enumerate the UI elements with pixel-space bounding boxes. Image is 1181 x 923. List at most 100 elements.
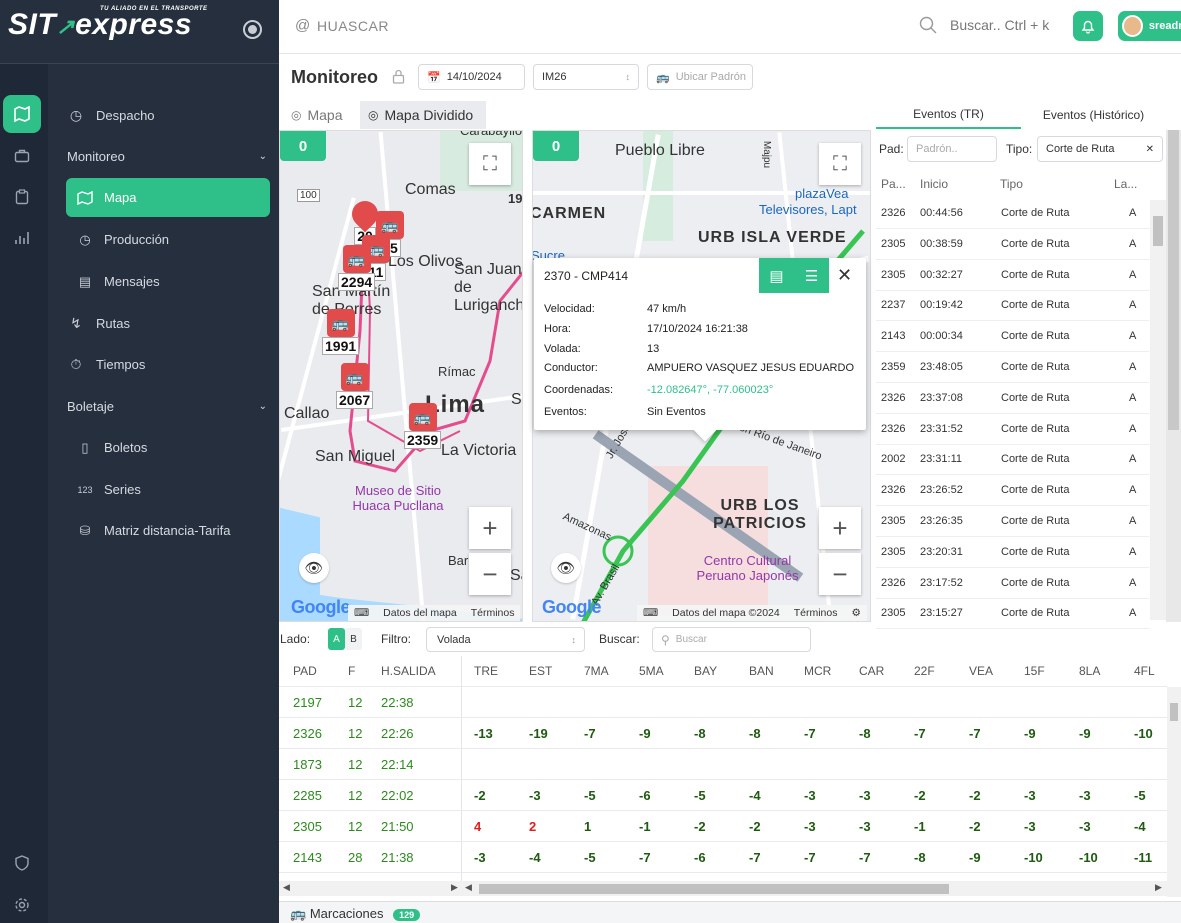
lado-b-button[interactable]: B <box>345 628 362 650</box>
message-icon[interactable]: ▤ <box>759 258 794 293</box>
zoom-in-button[interactable]: + <box>819 507 861 549</box>
map-data-link[interactable]: Datos del mapa <box>383 607 457 619</box>
events-scrollbar[interactable] <box>1150 200 1166 620</box>
clipboard-icon[interactable] <box>3 178 41 216</box>
event-row[interactable]: 2305 23:26:35 Corte de Ruta A <box>876 506 1149 537</box>
zoom-in-button[interactable]: + <box>469 507 511 549</box>
event-row[interactable]: 2326 23:31:52 Corte de Ruta A <box>876 414 1149 445</box>
chart-icon[interactable] <box>3 219 41 257</box>
table-row[interactable]: 2305 12 21:50 4 2 1 -1 -2 -2 -3 -3 -1 -2 -3 -3 -4 <box>279 811 1167 842</box>
column-header[interactable]: H.SALIDA <box>381 664 436 678</box>
nav-section-monitoreo[interactable]: Monitoreo ⌄ <box>67 141 267 171</box>
close-icon[interactable]: ✕ <box>837 265 852 286</box>
bus-marker[interactable]: 🚌 2359 <box>404 403 442 449</box>
tab-eventos-tr[interactable]: Eventos (TR) <box>876 101 1021 129</box>
global-search[interactable]: Buscar.. Ctrl + k <box>919 16 1049 34</box>
fullscreen-button[interactable]: ⛶ <box>819 143 861 185</box>
dispatch-hscrollbar[interactable]: ◀ ▶ ◀ ▶ <box>279 881 1167 896</box>
column-header[interactable]: MCR <box>804 664 831 678</box>
fullscreen-button[interactable]: ⛶ <box>469 143 511 185</box>
column-header[interactable]: VEA <box>969 664 993 678</box>
keyboard-icon[interactable]: ⌨ <box>643 607 658 619</box>
column-header[interactable]: PAD <box>293 664 317 678</box>
tab-eventos-historico[interactable]: Eventos (Histórico) <box>1021 101 1166 129</box>
column-header[interactable]: BAY <box>694 664 717 678</box>
column-header[interactable]: F <box>348 664 355 678</box>
date-picker[interactable]: 📅 14/10/2024 <box>418 64 525 90</box>
bus-marker[interactable]: 🚌 2067 <box>336 363 374 409</box>
padron-search-input[interactable]: 🚌 Ubicar Padrón <box>647 64 753 90</box>
nav-mapa[interactable]: Mapa <box>66 178 270 217</box>
lado-a-button[interactable]: A <box>328 628 345 650</box>
coordinates-link[interactable]: -12.082647°, -77.060023° <box>647 384 773 396</box>
map-icon[interactable] <box>3 95 41 133</box>
event-row[interactable]: 2143 00:00:34 Corte de Ruta A <box>876 321 1149 353</box>
nav-tiempos[interactable]: ⏱ Tiempos <box>66 344 286 384</box>
table-row[interactable]: 2285 12 22:02 -2 -3 -5 -6 -5 -4 -3 -3 -2 -2 -3 -3 -5 <box>279 780 1167 811</box>
route-select[interactable]: IM26 ↕ <box>533 64 639 90</box>
nav-section-boletaje[interactable]: Boletaje ⌄ <box>67 391 267 421</box>
nav-boletos[interactable]: ▯ Boletos <box>66 428 270 467</box>
table-row[interactable]: 2143 28 21:38 -3 -4 -5 -7 -6 -7 -7 -7 -8 -9 -10 -10 -11 <box>279 842 1167 873</box>
tipo-select[interactable]: Corte de Ruta ✕ <box>1037 136 1163 162</box>
event-row[interactable]: 2305 23:15:27 Corte de Ruta A <box>876 598 1149 630</box>
visibility-toggle-eye-icon[interactable]: 👁 <box>551 553 581 583</box>
briefcase-icon[interactable] <box>3 137 41 175</box>
nav-produccion[interactable]: ◷ Producción <box>66 220 270 259</box>
event-row[interactable]: 2237 00:19:42 Corte de Ruta A <box>876 290 1149 322</box>
column-header[interactable]: 4FL <box>1134 664 1155 678</box>
zoom-out-button[interactable]: − <box>469 553 511 595</box>
filtro-select[interactable]: Volada ↕ <box>426 627 585 652</box>
bus-marker[interactable]: 🚌 2294 <box>338 245 376 291</box>
gear-icon[interactable]: ⚙ <box>851 607 860 619</box>
event-row[interactable]: 2305 00:38:59 Corte de Ruta A <box>876 229 1149 260</box>
bus-marker[interactable]: 🚌 1991 <box>322 309 360 355</box>
nav-series[interactable]: 123 Series <box>66 470 270 509</box>
column-header[interactable]: TRE <box>474 664 498 678</box>
column-header[interactable]: 7MA <box>584 664 609 678</box>
event-row[interactable]: 2326 23:37:08 Corte de Ruta A <box>876 383 1149 414</box>
event-row[interactable]: 2326 23:26:52 Corte de Ruta A <box>876 475 1149 507</box>
column-header[interactable]: 5MA <box>639 664 664 678</box>
event-row[interactable]: 2359 23:48:05 Corte de Ruta A <box>876 352 1149 383</box>
visibility-toggle-eye-icon[interactable]: 👁 <box>299 553 329 583</box>
map-data-link[interactable]: Datos del mapa ©2024 <box>672 607 780 619</box>
event-row[interactable]: 2326 00:44:56 Corte de Ruta A <box>876 198 1149 229</box>
notifications-button[interactable] <box>1073 11 1103 41</box>
nav-rutas[interactable]: ↯ Rutas <box>66 303 286 343</box>
column-header[interactable]: Pa... <box>881 177 906 191</box>
menu-icon[interactable]: ☰ <box>794 258 829 293</box>
pad-filter-input[interactable]: Padrón.. <box>907 136 997 162</box>
lock-icon[interactable] <box>392 69 405 87</box>
shield-icon[interactable] <box>3 844 41 882</box>
column-header[interactable]: Tipo <box>1000 177 1023 191</box>
gear-icon[interactable] <box>3 886 41 923</box>
event-row[interactable]: 2326 23:17:52 Corte de Ruta A <box>876 568 1149 599</box>
sidebar-toggle-radio[interactable] <box>243 20 262 39</box>
tab-mapa-dividido[interactable]: ◎ Mapa Dividido <box>360 101 486 129</box>
column-header[interactable]: 15F <box>1024 664 1045 678</box>
column-header[interactable]: 22F <box>914 664 935 678</box>
nav-matriz[interactable]: ⛁ Matriz distancia-Tarifa <box>66 511 270 550</box>
tab-mapa[interactable]: ◎ Mapa <box>283 101 351 129</box>
column-header[interactable]: BAN <box>749 664 774 678</box>
column-header[interactable]: 8LA <box>1079 664 1100 678</box>
event-row[interactable]: 2305 00:32:27 Corte de Ruta A <box>876 260 1149 291</box>
nav-mensajes[interactable]: ▤ Mensajes <box>66 262 270 301</box>
table-row[interactable]: 2197 12 22:38 <box>279 687 1167 718</box>
column-header[interactable]: CAR <box>859 664 884 678</box>
event-row[interactable]: 2002 23:31:11 Corte de Ruta A <box>876 444 1149 476</box>
nav-despacho[interactable]: ◷ Despacho <box>66 95 286 135</box>
zoom-out-button[interactable]: − <box>819 553 861 595</box>
keyboard-icon[interactable]: ⌨ <box>354 607 369 619</box>
dispatch-vscrollbar[interactable] <box>1167 687 1181 897</box>
user-menu-button[interactable]: sreadm <box>1118 11 1181 41</box>
buscar-input[interactable]: ⚲ Buscar <box>652 627 811 652</box>
column-header[interactable]: La... <box>1114 177 1137 191</box>
panel-scrollbar[interactable] <box>1166 130 1181 622</box>
terms-link[interactable]: Términos <box>471 607 515 619</box>
clear-icon[interactable]: ✕ <box>1146 144 1154 155</box>
map-left[interactable]: 0 ⛶ Carabayllo Comas San Juan de Lurigan… <box>279 130 523 622</box>
marcaciones-bar[interactable]: 🚌 Marcaciones 129 <box>279 901 1181 923</box>
column-header[interactable]: EST <box>529 664 552 678</box>
